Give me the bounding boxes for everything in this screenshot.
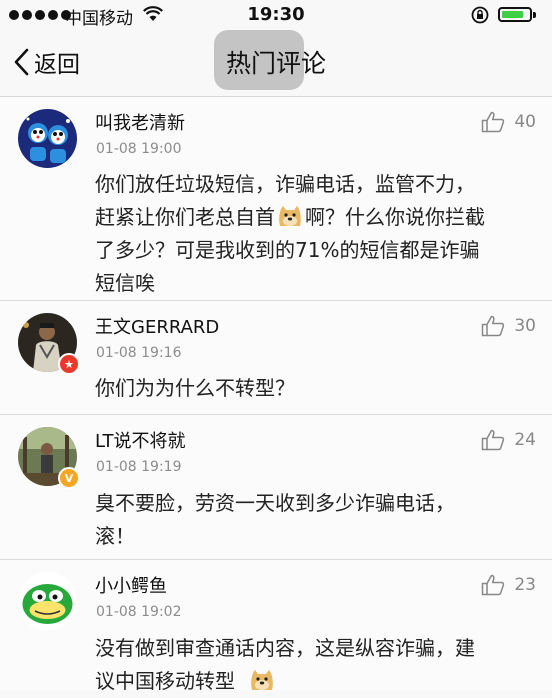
like-count: 23 — [514, 575, 536, 595]
commenter-name[interactable]: 叫我老清新 — [95, 109, 185, 135]
like-button[interactable]: 24 — [481, 429, 536, 451]
thumbs-up-icon — [482, 429, 505, 451]
status-time: 19:30 — [247, 4, 305, 25]
comment-line: 短信唉 — [95, 271, 155, 295]
like-count: 40 — [514, 112, 536, 132]
comment-line: 赶紧让你们老总自首 啊？什么你说你拦截 — [95, 201, 535, 234]
comment-time: 01-08 19:16 — [96, 345, 182, 361]
comment-time: 01-08 19:02 — [96, 604, 182, 620]
comment-line: 了多少？可是我收到的71%的短信都是诈骗 — [95, 238, 480, 262]
thumbs-up-icon — [482, 574, 505, 596]
commenter-name[interactable]: LT说不将就 — [95, 427, 186, 453]
verified-badge-icon: V — [58, 467, 80, 489]
page-title: 热门评论 — [225, 49, 326, 78]
doge-emoji-icon — [279, 206, 301, 226]
comment-line-part: 啊？什么你说你拦截 — [305, 205, 485, 229]
commenter-name[interactable]: 王文GERRARD — [95, 313, 219, 339]
battery-level — [502, 11, 523, 18]
like-count: 30 — [514, 316, 536, 336]
avatar[interactable] — [18, 572, 77, 631]
comment-line: 臭不要脸，劳资一天收到多少诈骗电话， — [95, 491, 455, 515]
status-bar: 中国移动 19:30 — [0, 0, 552, 30]
comment-line-part: 赶紧让你们老总自首 — [95, 205, 275, 229]
comment-line: 你们放任垃圾短信，诈骗电话，监管不力， — [95, 172, 475, 196]
comment-line: 没有做到审查通话内容，这是纵容诈骗，建 — [95, 636, 475, 660]
comment-text: 你们放任垃圾短信，诈骗电话，监管不力， 赶紧让你们老总自首 啊？什么你说你拦截 … — [95, 168, 535, 300]
like-button[interactable]: 40 — [481, 111, 536, 133]
comment-item[interactable]: ★ 王文GERRARD 01-08 19:16 30 你们为为什么不转型？ — [0, 301, 552, 415]
comment-line: 议中国移动转型 — [95, 665, 535, 698]
like-button[interactable]: 23 — [481, 574, 536, 596]
comment-time: 01-08 19:19 — [96, 459, 182, 475]
verified-badge-icon: ★ — [58, 353, 80, 375]
battery-tip — [533, 12, 536, 18]
comment-text: 臭不要脸，劳资一天收到多少诈骗电话， 滚！ — [95, 487, 535, 553]
commenter-name[interactable]: 小小鳄鱼 — [95, 572, 167, 598]
comment-item[interactable]: V LT说不将就 01-08 19:19 24 臭不要脸，劳资一天收到多少诈骗电… — [0, 415, 552, 560]
comment-item[interactable]: 小小鳄鱼 01-08 19:02 23 没有做到审查通话内容，这是纵容诈骗，建 … — [0, 560, 552, 693]
comment-line: 你们为为什么不转型？ — [95, 376, 295, 400]
comment-line-part: 议中国移动转型 — [95, 669, 235, 693]
nav-bar: 返回 热门评论 — [0, 30, 552, 97]
battery-icon — [498, 7, 532, 22]
comment-time: 01-08 19:00 — [96, 141, 182, 157]
rotation-lock-icon — [471, 6, 489, 24]
comment-list: 叫我老清新 01-08 19:00 40 你们放任垃圾短信，诈骗电话，监管不力，… — [0, 97, 552, 693]
thumbs-up-icon — [482, 111, 505, 133]
like-count: 24 — [514, 430, 536, 450]
doge-emoji-icon — [251, 670, 273, 690]
comment-text: 没有做到审查通话内容，这是纵容诈骗，建 议中国移动转型 — [95, 632, 535, 698]
thumbs-up-icon — [482, 315, 505, 337]
comment-item[interactable]: 叫我老清新 01-08 19:00 40 你们放任垃圾短信，诈骗电话，监管不力，… — [0, 97, 552, 301]
avatar[interactable] — [18, 109, 77, 168]
like-button[interactable]: 30 — [481, 315, 536, 337]
comment-text: 你们为为什么不转型？ — [95, 372, 535, 405]
comment-line: 滚！ — [95, 524, 135, 548]
